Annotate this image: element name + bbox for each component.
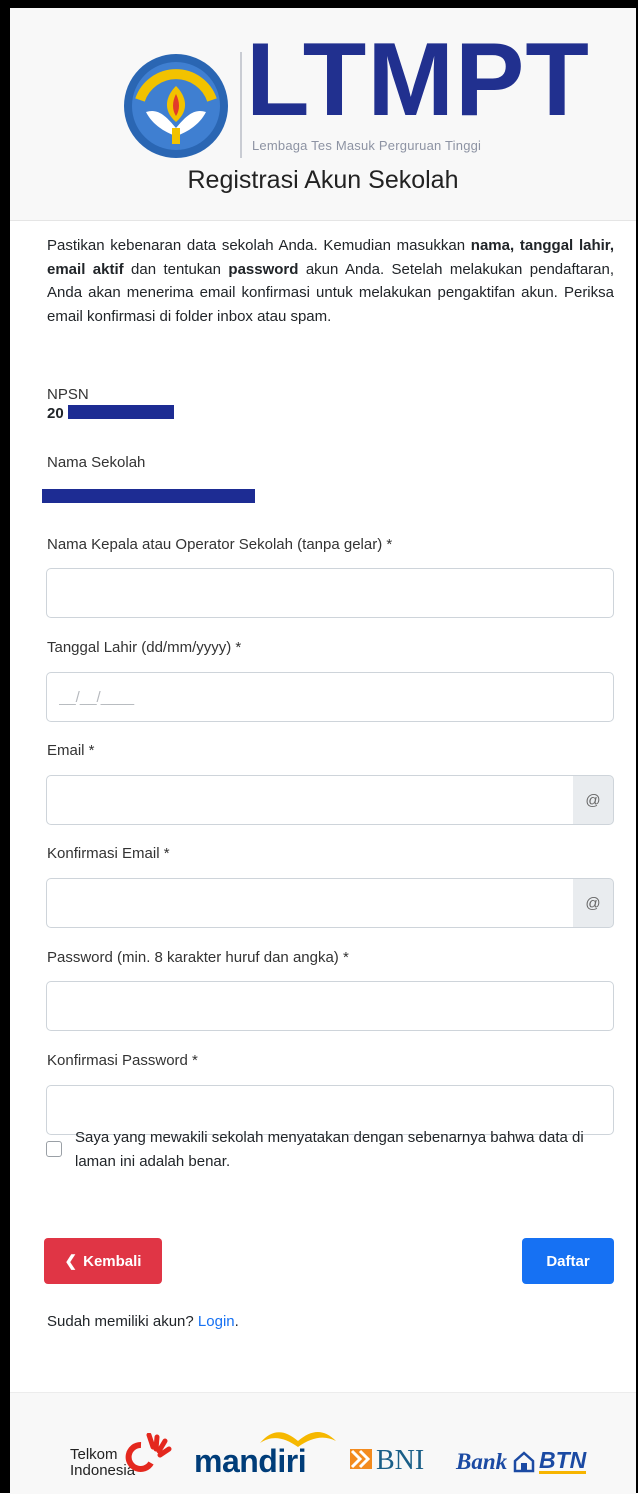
telkom-logo: Telkom Indonesia — [70, 1429, 190, 1485]
birth-date-label: Tanggal Lahir (dd/mm/yyyy) * — [47, 639, 242, 656]
password-input[interactable] — [46, 981, 614, 1031]
brand-subtitle: Lembaga Tes Masuk Perguruan Tinggi — [252, 138, 482, 153]
telkom-symbol-icon — [125, 1433, 172, 1472]
school-name-label: Nama Sekolah — [47, 454, 146, 471]
brand-title: LTMPT — [246, 22, 590, 138]
tut-wuri-handayani-emblem-icon — [124, 54, 228, 158]
chevron-left-icon: ❮ — [64, 1253, 78, 1270]
school-name-redaction — [42, 489, 255, 503]
login-prompt: Sudah memiliki akun? Login. — [47, 1313, 239, 1330]
password-confirm-label: Konfirmasi Password * — [47, 1052, 198, 1069]
btn-house-icon — [513, 1451, 535, 1473]
back-button[interactable]: ❮ Kembali — [44, 1238, 162, 1284]
bni-symbol-icon — [350, 1449, 372, 1469]
at-sign-icon: @ — [573, 878, 614, 928]
head-name-label: Nama Kepala atau Operator Sekolah (tanpa… — [47, 536, 393, 553]
agreement-label: Saya yang mewakili sekolah menyatakan de… — [75, 1129, 584, 1170]
page-title: Registrasi Akun Sekolah — [187, 166, 459, 194]
login-link[interactable]: Login — [198, 1313, 235, 1330]
npsn-value: 20 — [47, 405, 64, 422]
npsn-label: NPSN — [47, 386, 89, 403]
password-label: Password (min. 8 karakter huruf dan angk… — [47, 949, 349, 966]
email-input[interactable] — [46, 775, 574, 825]
agreement-checkbox[interactable] — [46, 1141, 62, 1157]
npsn-redaction — [68, 405, 174, 419]
intro-text: Pastikan kebenaran data sekolah Anda. Ke… — [47, 237, 615, 325]
sponsor-footer: Telkom Indonesia mandiri BNI Bank BTN — [10, 1392, 636, 1494]
birth-date-input[interactable] — [46, 672, 614, 722]
register-button[interactable]: Daftar — [522, 1238, 614, 1284]
register-button-label: Daftar — [546, 1252, 590, 1270]
email-confirm-label: Konfirmasi Email * — [47, 845, 170, 862]
brand-divider — [240, 52, 242, 158]
email-label: Email * — [47, 742, 95, 759]
at-sign-icon: @ — [573, 775, 614, 825]
email-confirm-input[interactable] — [46, 878, 574, 928]
back-button-label: Kembali — [83, 1252, 142, 1270]
head-name-input[interactable] — [46, 568, 614, 618]
mandiri-logo: mandiri — [194, 1443, 307, 1479]
